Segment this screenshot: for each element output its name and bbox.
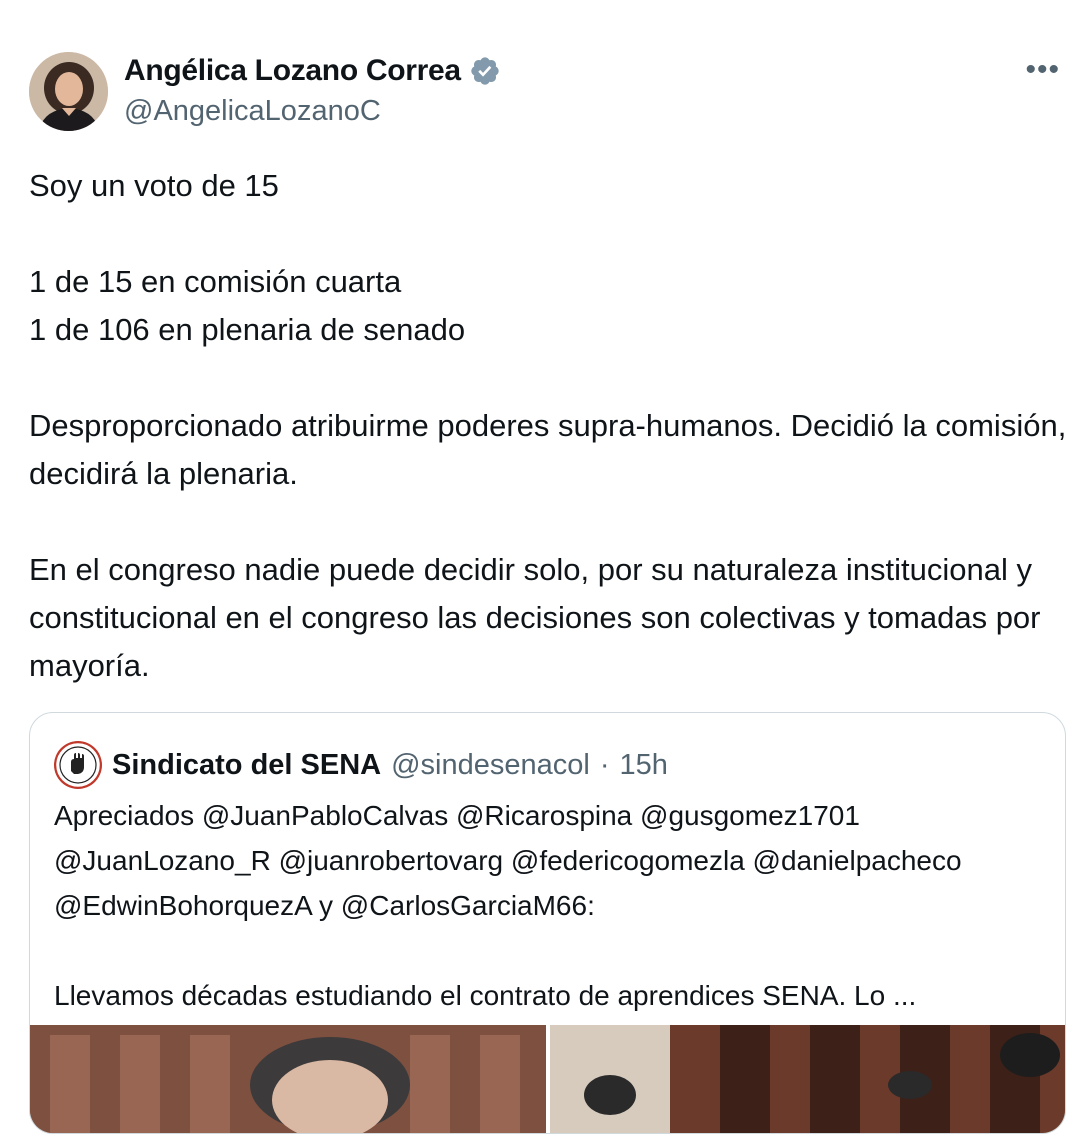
verified-badge-icon[interactable] xyxy=(469,55,501,87)
tweet-line: En el congreso nadie puede decidir solo,… xyxy=(29,552,1041,683)
tweet-line: 1 de 15 en comisión cuarta xyxy=(29,264,402,299)
quoted-tweet-header: Sindicato del SENA @sindesenacol · 15h xyxy=(54,741,668,789)
author-handle[interactable]: @AngelicaLozanoC xyxy=(124,95,381,128)
quoted-author-avatar[interactable] xyxy=(54,741,102,789)
author-name[interactable]: Angélica Lozano Correa xyxy=(124,54,461,88)
quoted-author-name[interactable]: Sindicato del SENA xyxy=(112,749,381,782)
quoted-text-paragraph: Llevamos décadas estudiando el contrato … xyxy=(54,980,917,1011)
tweet-line: 1 de 106 en plenaria de senado xyxy=(29,312,466,347)
quoted-media-image[interactable] xyxy=(550,1025,1065,1133)
quoted-media-image[interactable] xyxy=(30,1025,546,1133)
tweet-line: Soy un voto de 15 xyxy=(29,168,279,203)
tweet-text: Soy un voto de 15 1 de 15 en comisión cu… xyxy=(29,162,1079,690)
quoted-tweet-text: Apreciados @JuanPabloCalvas @Ricarospina… xyxy=(54,793,1044,1018)
quoted-tweet[interactable]: Sindicato del SENA @sindesenacol · 15h A… xyxy=(29,712,1066,1134)
author-avatar[interactable] xyxy=(29,52,108,131)
tweet-line: Desproporcionado atribuirme poderes supr… xyxy=(29,408,1067,491)
quoted-author-handle[interactable]: @sindesenacol xyxy=(391,749,590,782)
author-name-row[interactable]: Angélica Lozano Correa xyxy=(124,54,501,88)
quoted-timestamp[interactable]: 15h xyxy=(620,749,668,782)
separator-dot: · xyxy=(599,748,610,781)
more-options-icon[interactable]: ••• xyxy=(1025,55,1060,85)
quoted-text-paragraph: Apreciados @JuanPabloCalvas @Ricarospina… xyxy=(54,800,962,921)
